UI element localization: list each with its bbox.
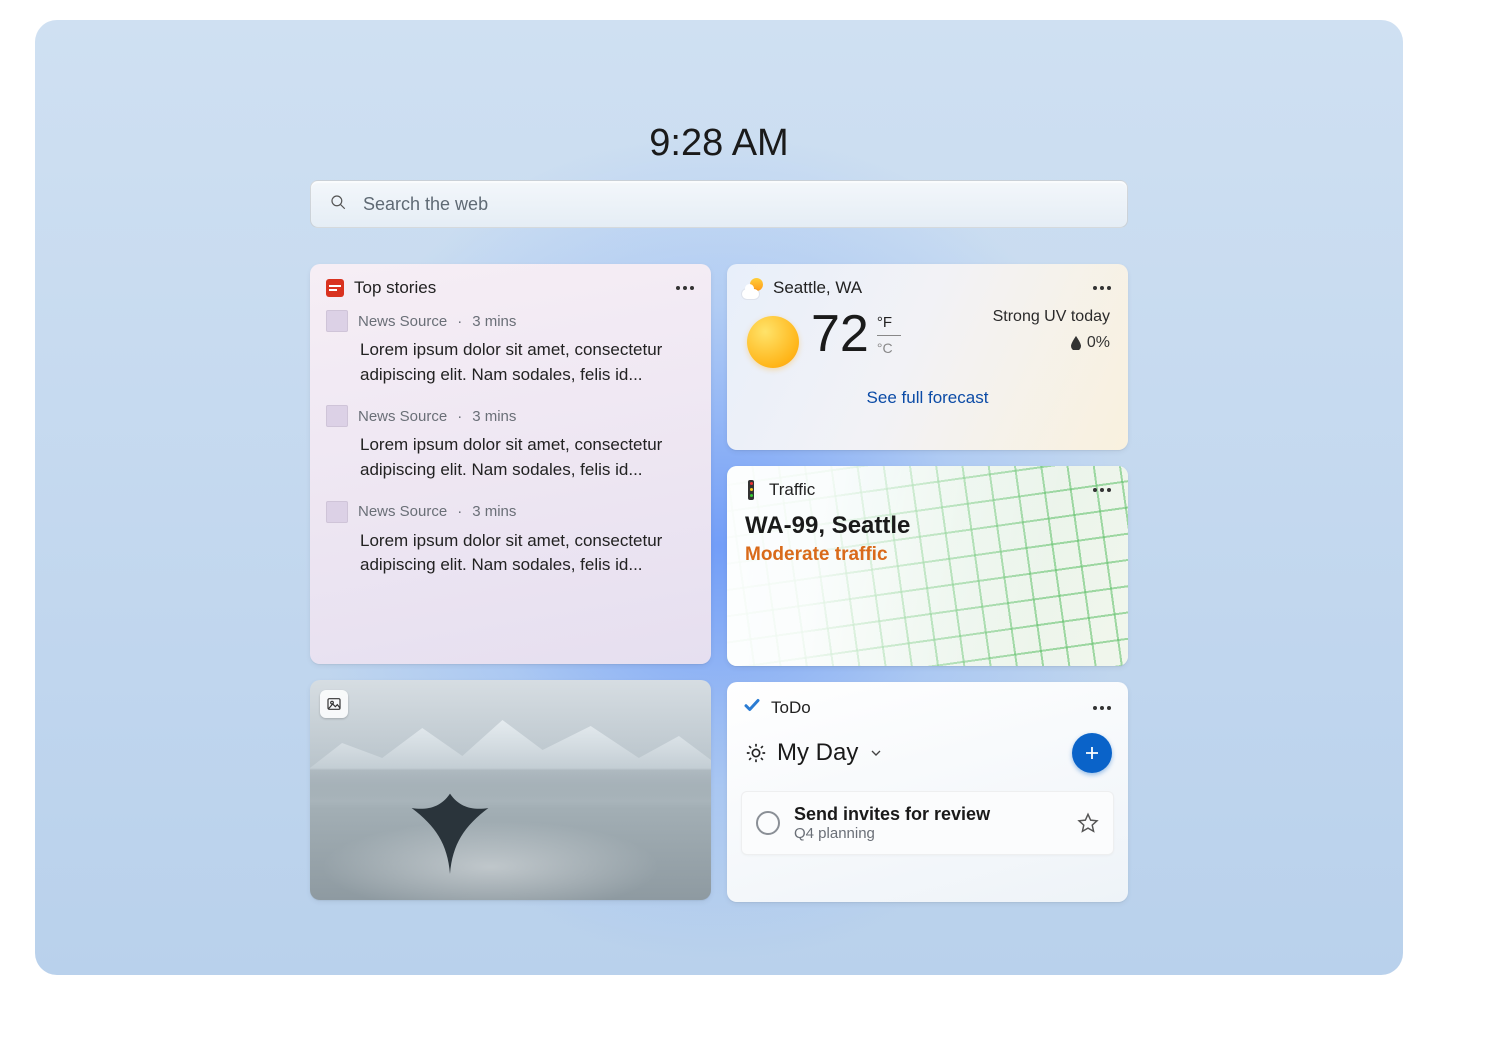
photo-background	[310, 708, 711, 808]
news-item[interactable]: News Source · 3 mins Lorem ipsum dolor s…	[326, 310, 695, 387]
traffic-route: WA-99, Seattle	[745, 512, 1110, 540]
news-item[interactable]: News Source · 3 mins Lorem ipsum dolor s…	[326, 501, 695, 578]
news-age: 3 mins	[472, 313, 516, 330]
todo-title: ToDo	[771, 698, 1082, 718]
search-icon	[329, 193, 347, 216]
weather-widget[interactable]: Seattle, WA 72 °F °C	[727, 264, 1128, 450]
search-placeholder: Search the web	[363, 194, 488, 215]
unit-celsius[interactable]: °C	[877, 340, 893, 356]
more-icon[interactable]	[675, 278, 695, 298]
task-item[interactable]: Send invites for review Q4 planning	[741, 791, 1114, 855]
task-subtitle: Q4 planning	[794, 825, 1063, 842]
top-stories-title: Top stories	[354, 278, 665, 298]
task-title: Send invites for review	[794, 804, 1063, 825]
news-age: 3 mins	[472, 408, 516, 425]
news-source: News Source	[358, 503, 447, 520]
news-headline: Lorem ipsum dolor sit amet, consectetur …	[326, 529, 695, 578]
more-icon[interactable]	[1092, 278, 1112, 298]
todo-list-name[interactable]: My Day	[777, 739, 858, 767]
star-icon[interactable]	[1077, 812, 1099, 834]
photos-icon	[320, 690, 348, 718]
news-age: 3 mins	[472, 503, 516, 520]
news-source-thumb	[326, 405, 348, 427]
photo-subject	[390, 760, 510, 880]
weather-temp: 72	[811, 308, 869, 360]
news-source-thumb	[326, 310, 348, 332]
temp-unit-toggle[interactable]: °F °C	[877, 314, 901, 356]
widgets-board: 9:28 AM Search the web Top stories	[35, 20, 1403, 975]
news-icon	[326, 279, 344, 297]
news-source: News Source	[358, 313, 447, 330]
traffic-status: Moderate traffic	[745, 544, 1110, 566]
weather-location: Seattle, WA	[773, 278, 1082, 298]
more-icon[interactable]	[1092, 698, 1112, 718]
search-box[interactable]: Search the web	[310, 180, 1128, 228]
more-icon[interactable]	[1092, 480, 1112, 500]
news-item[interactable]: News Source · 3 mins Lorem ipsum dolor s…	[326, 405, 695, 482]
traffic-widget[interactable]: Traffic WA-99, Seattle Moderate traffic	[727, 466, 1128, 666]
drop-icon	[1071, 336, 1081, 350]
weather-condition: Strong UV today	[993, 308, 1110, 326]
sun-icon	[747, 316, 799, 368]
task-checkbox[interactable]	[756, 811, 780, 835]
news-source: News Source	[358, 408, 447, 425]
todo-icon	[743, 696, 761, 719]
clock-time: 9:28 AM	[649, 122, 788, 165]
news-headline: Lorem ipsum dolor sit amet, consectetur …	[326, 433, 695, 482]
weather-icon	[743, 278, 763, 298]
my-day-icon	[745, 742, 767, 764]
traffic-light-icon	[743, 480, 759, 500]
chevron-down-icon[interactable]	[868, 745, 884, 761]
add-task-button[interactable]	[1072, 733, 1112, 773]
precip-value: 0%	[1087, 334, 1110, 352]
news-headline: Lorem ipsum dolor sit amet, consectetur …	[326, 338, 695, 387]
top-stories-widget[interactable]: Top stories News Source · 3 mins Lorem i…	[310, 264, 711, 664]
todo-widget[interactable]: ToDo My Day	[727, 682, 1128, 902]
see-full-forecast-link[interactable]: See full forecast	[727, 368, 1128, 424]
unit-fahrenheit[interactable]: °F	[877, 314, 892, 331]
traffic-title: Traffic	[769, 480, 1082, 500]
photos-widget[interactable]	[310, 680, 711, 900]
news-source-thumb	[326, 501, 348, 523]
